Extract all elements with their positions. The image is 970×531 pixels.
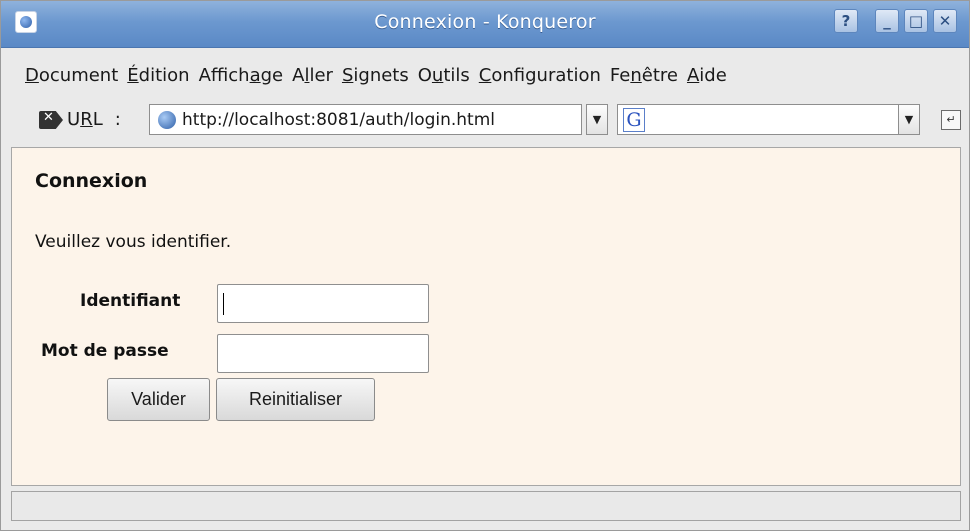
status-bar (11, 491, 961, 521)
help-button[interactable]: ? (834, 9, 858, 33)
menu-aide[interactable]: Aide (687, 65, 727, 86)
password-input[interactable] (217, 334, 429, 373)
submit-button[interactable]: Valider (107, 378, 210, 421)
minimize-button[interactable]: _ (875, 9, 899, 33)
go-button-icon[interactable]: ↵ (941, 110, 961, 130)
menu-affichage[interactable]: Affichage (199, 65, 284, 86)
window-title: Connexion - Konqueror (374, 11, 596, 33)
menu-outils[interactable]: Outils (418, 65, 470, 86)
menu-document[interactable]: Document (25, 65, 118, 86)
google-search-engine-icon[interactable]: G (623, 108, 645, 132)
reset-button[interactable]: Reinitialiser (216, 378, 375, 421)
username-label: Identifiant (80, 291, 181, 311)
url-value: http://localhost:8081/auth/login.html (182, 109, 496, 130)
close-button[interactable]: ✕ (933, 9, 957, 33)
url-input[interactable]: http://localhost:8081/auth/login.html (149, 104, 582, 135)
menu-fenetre[interactable]: Fenêtre (610, 65, 678, 86)
menu-signets[interactable]: Signets (342, 65, 409, 86)
menu-configuration[interactable]: Configuration (479, 65, 601, 86)
username-input[interactable] (217, 284, 429, 323)
password-label: Mot de passe (41, 341, 169, 361)
url-history-dropdown-arrow-icon[interactable]: ▼ (586, 104, 608, 135)
browser-window: Connexion - Konqueror ? _ □ ✕ Document É… (0, 0, 970, 531)
menu-aller[interactable]: Aller (292, 65, 333, 86)
page-content: Connexion Veuillez vous identifier. Iden… (11, 147, 961, 486)
search-input[interactable]: G (617, 104, 900, 135)
menu-edition[interactable]: Édition (127, 65, 189, 86)
clear-location-icon[interactable] (39, 111, 63, 129)
page-heading: Connexion (35, 170, 148, 192)
title-bar[interactable]: Connexion - Konqueror ? _ □ ✕ (1, 1, 969, 48)
location-toolbar: URL: http://localhost:8081/auth/login.ht… (1, 101, 969, 141)
text-caret (223, 293, 224, 315)
page-favicon-icon (158, 110, 176, 129)
search-dropdown-arrow-icon[interactable]: ▼ (898, 104, 920, 135)
maximize-button[interactable]: □ (904, 9, 928, 33)
url-label: URL: (67, 109, 121, 130)
menu-bar: Document Édition Affichage Aller Signets… (1, 57, 969, 93)
page-intro-text: Veuillez vous identifier. (35, 232, 232, 252)
